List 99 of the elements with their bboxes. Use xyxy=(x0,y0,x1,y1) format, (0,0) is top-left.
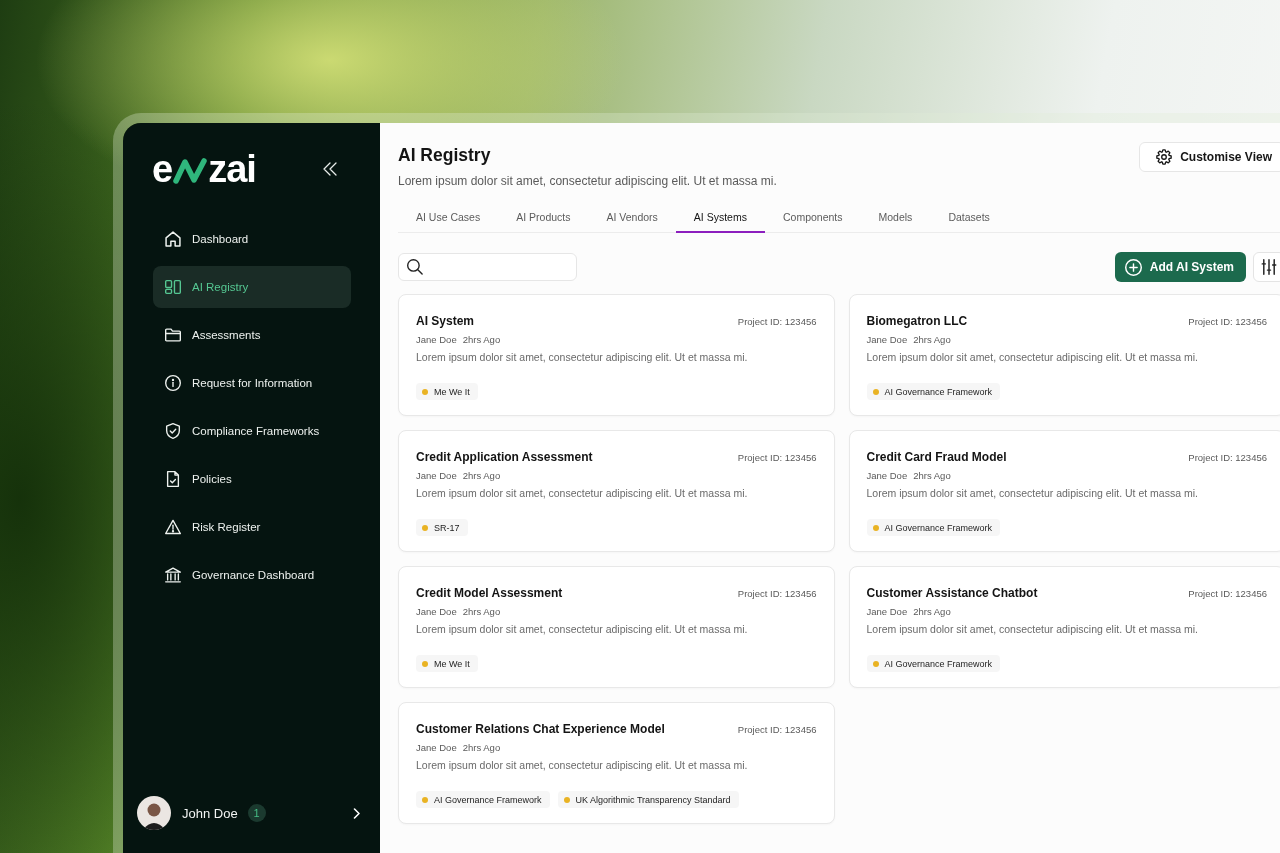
layout-icon xyxy=(165,279,181,295)
home-icon xyxy=(165,231,181,247)
add-ai-system-button[interactable]: Add AI System xyxy=(1114,252,1246,282)
nav-item[interactable]: AI Registry xyxy=(153,266,351,308)
author-name: Jane Doe xyxy=(866,605,908,618)
plus-circle-icon xyxy=(1124,258,1142,276)
tag-label: UK Algorithmic Transparency Standard xyxy=(575,794,731,805)
timestamp: 2hrs Ago xyxy=(462,333,501,346)
info-icon xyxy=(165,375,181,391)
zigzag-logo-icon xyxy=(173,156,208,186)
project-id: Project ID: 123456 xyxy=(737,452,817,463)
author-name: Jane Doe xyxy=(416,469,457,482)
system-card[interactable]: Credit Application Assessment Project ID: 123456 Jane Doe 2hrs Ago Lorem ipsum dolor sit amet, consectetur adipiscing elit. Ut et massa mi. SR-17 xyxy=(398,430,835,552)
tag-label: AI Governance Framework xyxy=(884,658,993,669)
page-title: AI Registry xyxy=(398,144,492,167)
author-name: Jane Doe xyxy=(416,741,457,754)
project-id: Project ID: 123456 xyxy=(737,316,817,327)
card-title: AI System xyxy=(416,314,475,329)
system-card[interactable]: Credit Model Assessment Project ID: 123456 Jane Doe 2hrs Ago Lorem ipsum dolor sit amet, consectetur adipiscing elit. Ut et massa mi. Me We It xyxy=(398,566,835,688)
card-description: Lorem ipsum dolor sit amet, consectetur adipiscing elit. Ut et massa mi. xyxy=(416,486,749,501)
nav-item[interactable]: Dashboard xyxy=(153,218,351,260)
author-name: Jane Doe xyxy=(416,605,457,618)
card-title: Credit Card Fraud Model xyxy=(866,450,1007,465)
author-name: Jane Doe xyxy=(866,333,908,346)
card-title: Customer Relations Chat Experience Model xyxy=(416,722,665,737)
timestamp: 2hrs Ago xyxy=(913,333,951,346)
card-description: Lorem ipsum dolor sit amet, consectetur adipiscing elit. Ut et massa mi. xyxy=(866,350,1199,365)
double-chevron-left-icon[interactable] xyxy=(323,162,337,176)
timestamp: 2hrs Ago xyxy=(913,605,951,618)
card-description: Lorem ipsum dolor sit amet, consectetur adipiscing elit. Ut et massa mi. xyxy=(866,622,1199,637)
nav-item[interactable]: Assessments xyxy=(153,314,351,356)
tab[interactable]: AI Vendors xyxy=(588,205,676,233)
project-id: Project ID: 123456 xyxy=(737,724,817,735)
project-id: Project ID: 123456 xyxy=(737,588,817,599)
search-icon xyxy=(407,259,423,275)
status-dot-icon xyxy=(872,524,879,531)
system-card[interactable] xyxy=(398,702,835,824)
status-dot-icon xyxy=(422,660,428,667)
shield-check-icon xyxy=(165,423,181,439)
nav-item[interactable]: Compliance Frameworks xyxy=(153,410,351,452)
nav-item[interactable]: Governance Dashboard xyxy=(153,554,351,596)
filter-button[interactable] xyxy=(1253,252,1280,282)
customise-view-button[interactable]: Customise View xyxy=(1139,142,1280,172)
status-dot-icon xyxy=(422,524,428,531)
card-title: Customer Assistance Chatbot xyxy=(866,586,1038,601)
system-card[interactable]: Credit Card Fraud Model Project ID: 123456 Jane Doe 2hrs Ago Lorem ipsum dolor sit amet, consectetur adipiscing elit. Ut et massa mi. AI Governance Framework xyxy=(848,430,1280,552)
search-field[interactable] xyxy=(398,253,577,281)
avatar-icon[interactable] xyxy=(137,796,171,830)
chevron-right-icon[interactable] xyxy=(351,807,362,819)
project-id: Project ID: 123456 xyxy=(1188,316,1267,327)
folder-icon xyxy=(165,327,181,343)
timestamp: 2hrs Ago xyxy=(462,741,501,754)
status-dot-icon xyxy=(872,388,879,395)
project-id: Project ID: 123456 xyxy=(1188,452,1267,463)
sliders-icon xyxy=(1261,259,1277,275)
warning-icon xyxy=(165,519,181,535)
timestamp: 2hrs Ago xyxy=(462,469,501,482)
card-description: Lorem ipsum dolor sit amet, consectetur adipiscing elit. Ut et massa mi. xyxy=(416,758,749,773)
tag-label: SR-17 xyxy=(434,522,460,533)
system-card[interactable]: Biomegatron LLC Project ID: 123456 Jane Doe 2hrs Ago Lorem ipsum dolor sit amet, consectetur adipiscing elit. Ut et massa mi. AI Governance Framework xyxy=(848,294,1280,416)
card-title: Credit Application Assessment xyxy=(416,450,593,465)
author-name: Jane Doe xyxy=(416,333,457,346)
card-title: Biomegatron LLC xyxy=(866,314,968,329)
gear-icon xyxy=(1156,149,1173,165)
nav-item[interactable]: Risk Register xyxy=(153,506,351,548)
document-check-icon xyxy=(165,471,181,487)
author-name: Jane Doe xyxy=(866,469,908,482)
tag-label: Me We It xyxy=(434,386,470,397)
tag-label: AI Governance Framework xyxy=(884,386,993,397)
tab[interactable]: AI Products xyxy=(498,205,589,233)
tab[interactable]: Components xyxy=(764,205,861,233)
card-description: Lorem ipsum dolor sit amet, consectetur adipiscing elit. Ut et massa mi. xyxy=(416,350,749,365)
tab[interactable]: AI Systems xyxy=(675,205,765,233)
card-description: Lorem ipsum dolor sit amet, consectetur adipiscing elit. Ut et massa mi. xyxy=(866,486,1199,501)
bank-icon xyxy=(165,567,181,583)
notification-badge: 1 xyxy=(247,804,266,822)
status-dot-icon xyxy=(422,388,428,395)
timestamp: 2hrs Ago xyxy=(913,469,951,482)
tag-label: Me We It xyxy=(434,658,470,669)
logo-text: zai xyxy=(208,150,256,188)
system-card[interactable]: Customer Assistance Chatbot Project ID: 123456 Jane Doe 2hrs Ago Lorem ipsum dolor sit amet, consectetur adipiscing elit. Ut et massa mi. AI Governance Framework xyxy=(848,566,1280,688)
timestamp: 2hrs Ago xyxy=(462,605,501,618)
card-title: Credit Model Assessment xyxy=(416,586,563,601)
card-description: Lorem ipsum dolor sit amet, consectetur adipiscing elit. Ut et massa mi. xyxy=(416,622,749,637)
tab[interactable]: Datasets xyxy=(930,205,1008,233)
logo-text: e xyxy=(152,150,173,188)
status-dot-icon xyxy=(872,660,879,667)
tag-label: AI Governance Framework xyxy=(884,522,993,533)
user-name: John Doe xyxy=(182,805,238,821)
status-dot-icon xyxy=(422,796,428,803)
tab[interactable]: AI Use Cases xyxy=(398,205,499,233)
nav-item[interactable]: Policies xyxy=(153,458,351,500)
tag-label: AI Governance Framework xyxy=(434,794,542,805)
tab[interactable]: Models xyxy=(860,205,931,233)
project-id: Project ID: 123456 xyxy=(1188,588,1267,599)
status-dot-icon xyxy=(563,796,570,803)
system-card[interactable]: AI System Project ID: 123456 Jane Doe 2hrs Ago Lorem ipsum dolor sit amet, consectetur adipiscing elit. Ut et massa mi. Me We It xyxy=(398,294,835,416)
nav-item[interactable]: Request for Information xyxy=(153,362,351,404)
page-subtitle: Lorem ipsum dolor sit amet, consectetur adipiscing elit. Ut et massa mi. xyxy=(398,173,777,189)
